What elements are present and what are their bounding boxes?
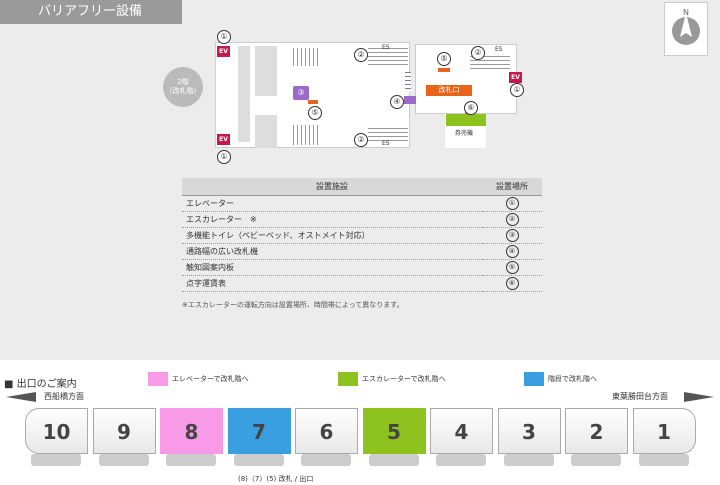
legend-elevator: エレベーターで改札階へ — [148, 372, 249, 386]
facility-cell: 触知図案内板 — [182, 259, 482, 276]
exit-guide-title: ■ 出口のご案内 — [4, 379, 77, 390]
table-row: 点字運賃表 ⑥ — [182, 275, 542, 292]
ticket-machine-label: 券売機 — [455, 130, 474, 137]
wide-gate-marker — [404, 96, 416, 104]
floor-sub-label: (改札階) — [169, 87, 197, 95]
direction-west: 西船橋方面 — [44, 392, 84, 401]
marker-elevator: ① — [217, 30, 231, 44]
elevator-icon: EV — [509, 72, 522, 83]
svg-text:N: N — [683, 8, 689, 17]
elevator-icon: EV — [217, 46, 230, 57]
ticket-machine-area — [446, 114, 486, 126]
legend-label: 階段で改札階へ — [548, 375, 597, 383]
location-cell: ④ — [505, 245, 519, 258]
tactile-map-marker — [308, 100, 318, 104]
section-title-tab: バリアフリー設備 — [0, 0, 182, 24]
legend-swatch — [524, 372, 544, 386]
train-car: 3 — [497, 408, 561, 454]
legend-swatch — [338, 372, 358, 386]
marker-fare-table: ⑥ — [464, 101, 478, 115]
car-wheel — [503, 454, 554, 466]
marker-tactile-map: ⑤ — [437, 52, 451, 66]
marker-escalator: ② — [354, 48, 368, 62]
marker-elevator: ① — [510, 83, 524, 97]
facility-cell: 通路幅の広い改札機 — [182, 243, 482, 260]
marker-tactile-map: ⑤ — [308, 106, 322, 120]
barrier-free-panel: バリアフリー設備 N 2階 (改札階) 券売機 ③ 改札口 EV EV EV E… — [0, 0, 720, 360]
location-cell: ⑤ — [505, 261, 519, 274]
toilet-icon: ③ — [293, 86, 309, 100]
car-wheel — [98, 454, 149, 466]
legend-swatch — [148, 372, 168, 386]
train-car: 1 — [632, 408, 696, 454]
marker-wide-gate: ④ — [390, 95, 404, 109]
ticket-gate-label: 改札口 — [426, 85, 472, 96]
facility-cell: エレベーター — [182, 195, 482, 212]
location-cell: ① — [505, 197, 519, 210]
legend-label: エレベーターで改札階へ — [172, 375, 249, 383]
north-compass-icon: N — [664, 2, 708, 56]
train-car: 5 — [362, 408, 426, 454]
train-car: 4 — [430, 408, 493, 454]
table-row: 通路幅の広い改札機 ④ — [182, 243, 542, 260]
escalator-label: ES — [495, 46, 503, 53]
elevator-icon: EV — [217, 134, 230, 145]
arrow-right-icon — [684, 392, 714, 402]
location-cell: ② — [505, 213, 519, 226]
car-wheel — [638, 454, 689, 466]
table-row: 多機能トイレ（ベビーベッド、オストメイト対応） ③ — [182, 227, 542, 244]
arrow-left-icon — [6, 392, 36, 402]
legend-label: エスカレーターで改札階へ — [362, 375, 446, 383]
floor-label: 2階 — [177, 78, 189, 86]
escalator-label: ES — [382, 44, 390, 51]
escalator-note: ※エスカレーターの運転方向は設置場所、時間帯によって異なります。 — [182, 301, 404, 309]
train-car: 2 — [565, 408, 628, 454]
facility-table: 設置施設 設置場所 エレベーター ① エスカレーター ※ ② 多機能トイレ（ベビーベ… — [182, 178, 542, 292]
legend-stairs: 階段で改札階へ — [524, 372, 597, 386]
table-row: エスカレーター ※ ② — [182, 211, 542, 228]
facility-cell: エスカレーター ※ — [182, 211, 482, 228]
location-cell: ⑥ — [505, 277, 519, 290]
car-wheel — [301, 454, 351, 466]
direction-east: 東葉勝田台方面 — [612, 392, 668, 401]
car-wheel — [436, 454, 486, 466]
marker-escalator: ② — [471, 46, 485, 60]
car-wheel — [368, 454, 419, 466]
col-facility-header: 設置施設 — [182, 178, 482, 196]
facility-cell: 多機能トイレ（ベビーベッド、オストメイト対応） — [182, 227, 482, 244]
car-wheel — [571, 454, 621, 466]
floor-indicator: 2階 (改札階) — [163, 67, 203, 107]
col-location-header: 設置場所 — [482, 178, 542, 196]
location-cell: ③ — [505, 229, 519, 242]
tactile-map-marker-2 — [438, 68, 450, 72]
train-car: 7 — [227, 408, 291, 454]
car-wheel — [233, 454, 284, 466]
car-wheel — [166, 454, 216, 466]
train-car: 9 — [92, 408, 156, 454]
marker-elevator: ① — [217, 150, 231, 164]
train-car: 10 — [25, 408, 88, 454]
escalator-label: ES — [382, 140, 390, 147]
facility-cell: 点字運賃表 — [182, 275, 482, 292]
legend-escalator: エスカレーターで改札階へ — [338, 372, 446, 386]
train-car: 6 — [295, 408, 358, 454]
train-car: 8 — [160, 408, 223, 454]
marker-escalator: ② — [354, 133, 368, 147]
table-row: 触知図案内板 ⑤ — [182, 259, 542, 276]
table-row: エレベーター ① — [182, 195, 542, 212]
exit-label: (8)（7）(5) 改札 / 出口 — [238, 475, 314, 483]
car-wheel — [31, 454, 81, 466]
